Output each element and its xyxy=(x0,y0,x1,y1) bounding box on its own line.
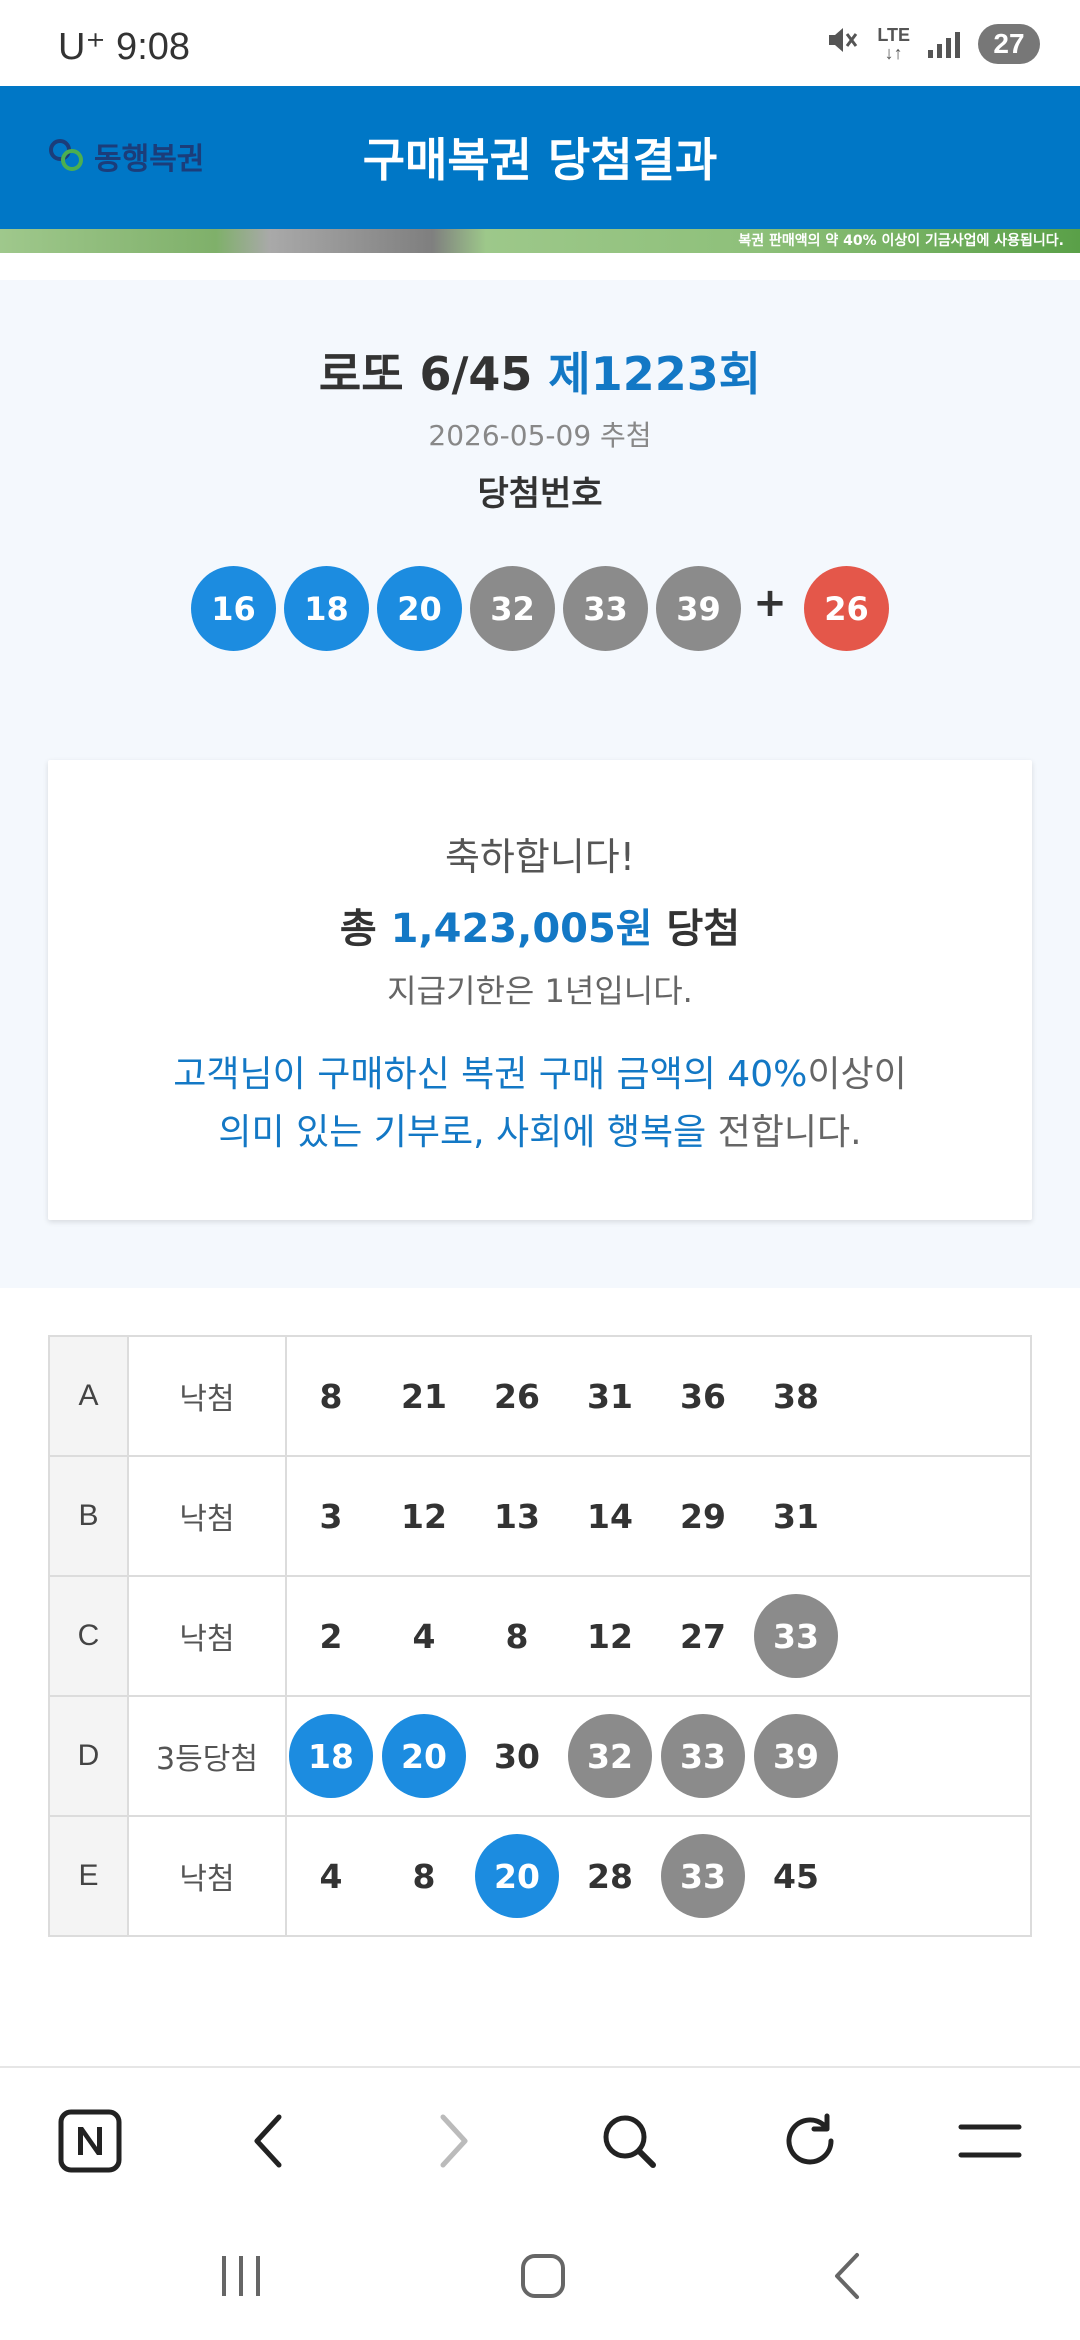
ticket-number: 8 xyxy=(319,1376,343,1416)
prize-card: 축하합니다! 총 1,423,005원 당첨 지급기한은 1년입니다. 고객님이… xyxy=(48,760,1032,1220)
banner-text: 복권 판매액의 약 40% 이상이 기금사업에 사용됩니다. xyxy=(738,233,1064,249)
bonus-ball: 26 xyxy=(804,566,889,651)
status-carrier-time: U⁺ 9:08 xyxy=(58,26,191,68)
ticket-number: 14 xyxy=(587,1496,633,1536)
page-title: 구매복권 당첨결과 xyxy=(362,133,718,187)
ticket-slot: A xyxy=(48,1335,129,1457)
ticket-result: 3등당첨 xyxy=(127,1695,287,1817)
prize-suffix: 당첨 xyxy=(666,906,741,952)
system-nav-bar xyxy=(0,2206,1080,2340)
prize-total: 총 1,423,005원 당첨 xyxy=(48,896,1032,954)
ticket-number: 30 xyxy=(494,1736,540,1776)
ticket-slot: C xyxy=(48,1575,129,1697)
winning-ball: 16 xyxy=(191,566,276,651)
ticket-row: B 낙첨 3 12 13 14 29 31 xyxy=(48,1455,1032,1577)
ticket-number-matched: 20 xyxy=(475,1834,559,1918)
donation-message: 고객님이 구매하신 복권 구매 금액의 40%이상이 의미 있는 기부로, 사회… xyxy=(48,1046,1032,1162)
ticket-row: D 3등당첨 18 20 30 32 33 39 xyxy=(48,1695,1032,1817)
ticket-row: E 낙첨 4 8 20 28 33 45 xyxy=(48,1815,1032,1937)
donation-line1-rest: 이상이 xyxy=(807,1054,907,1095)
banner-image: 복권 판매액의 약 40% 이상이 기금사업에 사용됩니다. xyxy=(0,229,1080,253)
winning-numbers-label: 당첨번호 xyxy=(477,474,603,514)
ticket-number: 2 xyxy=(319,1616,343,1656)
winning-ball: 20 xyxy=(377,566,462,651)
ticket-number: 4 xyxy=(319,1856,343,1896)
draw-result-section: 로또 6/45 제1223회 2026-05-09 추첨 당첨번호 16 18 … xyxy=(0,280,1080,1288)
status-icons: LTE ↓↑ 27 xyxy=(825,22,1040,66)
prize-amount: 1,423,005원 xyxy=(390,906,653,952)
draw-title: 로또 6/45 제1223회 xyxy=(0,338,1080,404)
ticket-number: 8 xyxy=(505,1616,529,1656)
game-name: 로또 6/45 xyxy=(318,347,533,401)
ticket-slot: B xyxy=(48,1455,129,1577)
menu-icon[interactable] xyxy=(955,2106,1025,2176)
ticket-number: 4 xyxy=(412,1616,436,1656)
ticket-number-matched: 32 xyxy=(568,1714,652,1798)
ticket-number: 21 xyxy=(401,1376,447,1416)
ticket-number: 38 xyxy=(773,1376,819,1416)
winning-ball: 18 xyxy=(284,566,369,651)
ticket-result: 낙첨 xyxy=(127,1455,287,1577)
ticket-number: 45 xyxy=(773,1856,819,1896)
ticket-number: 29 xyxy=(680,1496,726,1536)
mute-icon xyxy=(825,23,859,65)
refresh-icon[interactable] xyxy=(775,2106,845,2176)
prize-prefix: 총 xyxy=(339,906,377,952)
ticket-number-matched: 33 xyxy=(661,1714,745,1798)
ticket-number-matched: 20 xyxy=(382,1714,466,1798)
ticket-number: 13 xyxy=(494,1496,540,1536)
ticket-numbers: 18 20 30 32 33 39 xyxy=(285,1695,1032,1817)
ticket-table: A 낙첨 8 21 26 31 36 38 B 낙첨 3 12 13 14 29 31 C 낙첨 2 4 8 12 27 33… xyxy=(48,1335,1032,1937)
status-bar: U⁺ 9:08 LTE ↓↑ 27 xyxy=(0,0,1080,86)
ticket-numbers: 8 21 26 31 36 38 xyxy=(285,1335,1032,1457)
ticket-result: 낙첨 xyxy=(127,1575,287,1697)
ticket-number-matched: 18 xyxy=(289,1714,373,1798)
ticket-number: 36 xyxy=(680,1376,726,1416)
ticket-number: 27 xyxy=(680,1616,726,1656)
home-icon[interactable] xyxy=(513,2246,573,2306)
donation-line2-rest: 전합니다. xyxy=(706,1112,862,1153)
ticket-numbers: 3 12 13 14 29 31 xyxy=(285,1455,1032,1577)
recent-apps-icon[interactable] xyxy=(211,2246,271,2306)
winning-ball: 33 xyxy=(563,566,648,651)
ticket-number-matched: 39 xyxy=(754,1714,838,1798)
ticket-result: 낙첨 xyxy=(127,1815,287,1937)
payment-deadline: 지급기한은 1년입니다. xyxy=(387,972,693,1010)
ticket-number: 12 xyxy=(587,1616,633,1656)
ticket-number-matched: 33 xyxy=(661,1834,745,1918)
search-icon[interactable] xyxy=(594,2106,664,2176)
ticket-number: 31 xyxy=(587,1376,633,1416)
system-back-icon[interactable] xyxy=(817,2246,877,2306)
winning-ball: 32 xyxy=(470,566,555,651)
ticket-number: 28 xyxy=(587,1856,633,1896)
ticket-row: C 낙첨 2 4 8 12 27 33 xyxy=(48,1575,1032,1697)
back-icon[interactable] xyxy=(235,2106,305,2176)
ticket-number: 3 xyxy=(319,1496,343,1536)
draw-round: 제1223회 xyxy=(548,347,762,401)
winning-ball: 39 xyxy=(656,566,741,651)
forward-icon[interactable] xyxy=(417,2106,487,2176)
naver-home-icon[interactable] xyxy=(55,2106,125,2176)
battery-indicator: 27 xyxy=(978,24,1040,64)
network-indicator: LTE ↓↑ xyxy=(877,25,910,63)
ticket-slot: E xyxy=(48,1815,129,1937)
ticket-number: 26 xyxy=(494,1376,540,1416)
bonus-plus-sign: + xyxy=(753,580,787,626)
ticket-number: 12 xyxy=(401,1496,447,1536)
ticket-numbers: 2 4 8 12 27 33 xyxy=(285,1575,1032,1697)
draw-date: 2026-05-09 추첨 xyxy=(428,419,652,452)
congrats-title: 축하합니다! xyxy=(444,835,636,879)
ticket-slot: D xyxy=(48,1695,129,1817)
ticket-number: 31 xyxy=(773,1496,819,1536)
signal-icon xyxy=(928,30,960,58)
ticket-row: A 낙첨 8 21 26 31 36 38 xyxy=(48,1335,1032,1457)
ticket-number-matched: 33 xyxy=(754,1594,838,1678)
ticket-numbers: 4 8 20 28 33 45 xyxy=(285,1815,1032,1937)
ticket-result: 낙첨 xyxy=(127,1335,287,1457)
donation-line2-highlight: 의미 있는 기부로, 사회에 행복을 xyxy=(218,1112,707,1153)
app-header: 동행복권 구매복권 당첨결과 xyxy=(0,86,1080,229)
ticket-number: 8 xyxy=(412,1856,436,1896)
donation-line1-highlight: 고객님이 구매하신 복권 구매 금액의 40% xyxy=(173,1054,808,1095)
browser-toolbar xyxy=(0,2066,1080,2206)
